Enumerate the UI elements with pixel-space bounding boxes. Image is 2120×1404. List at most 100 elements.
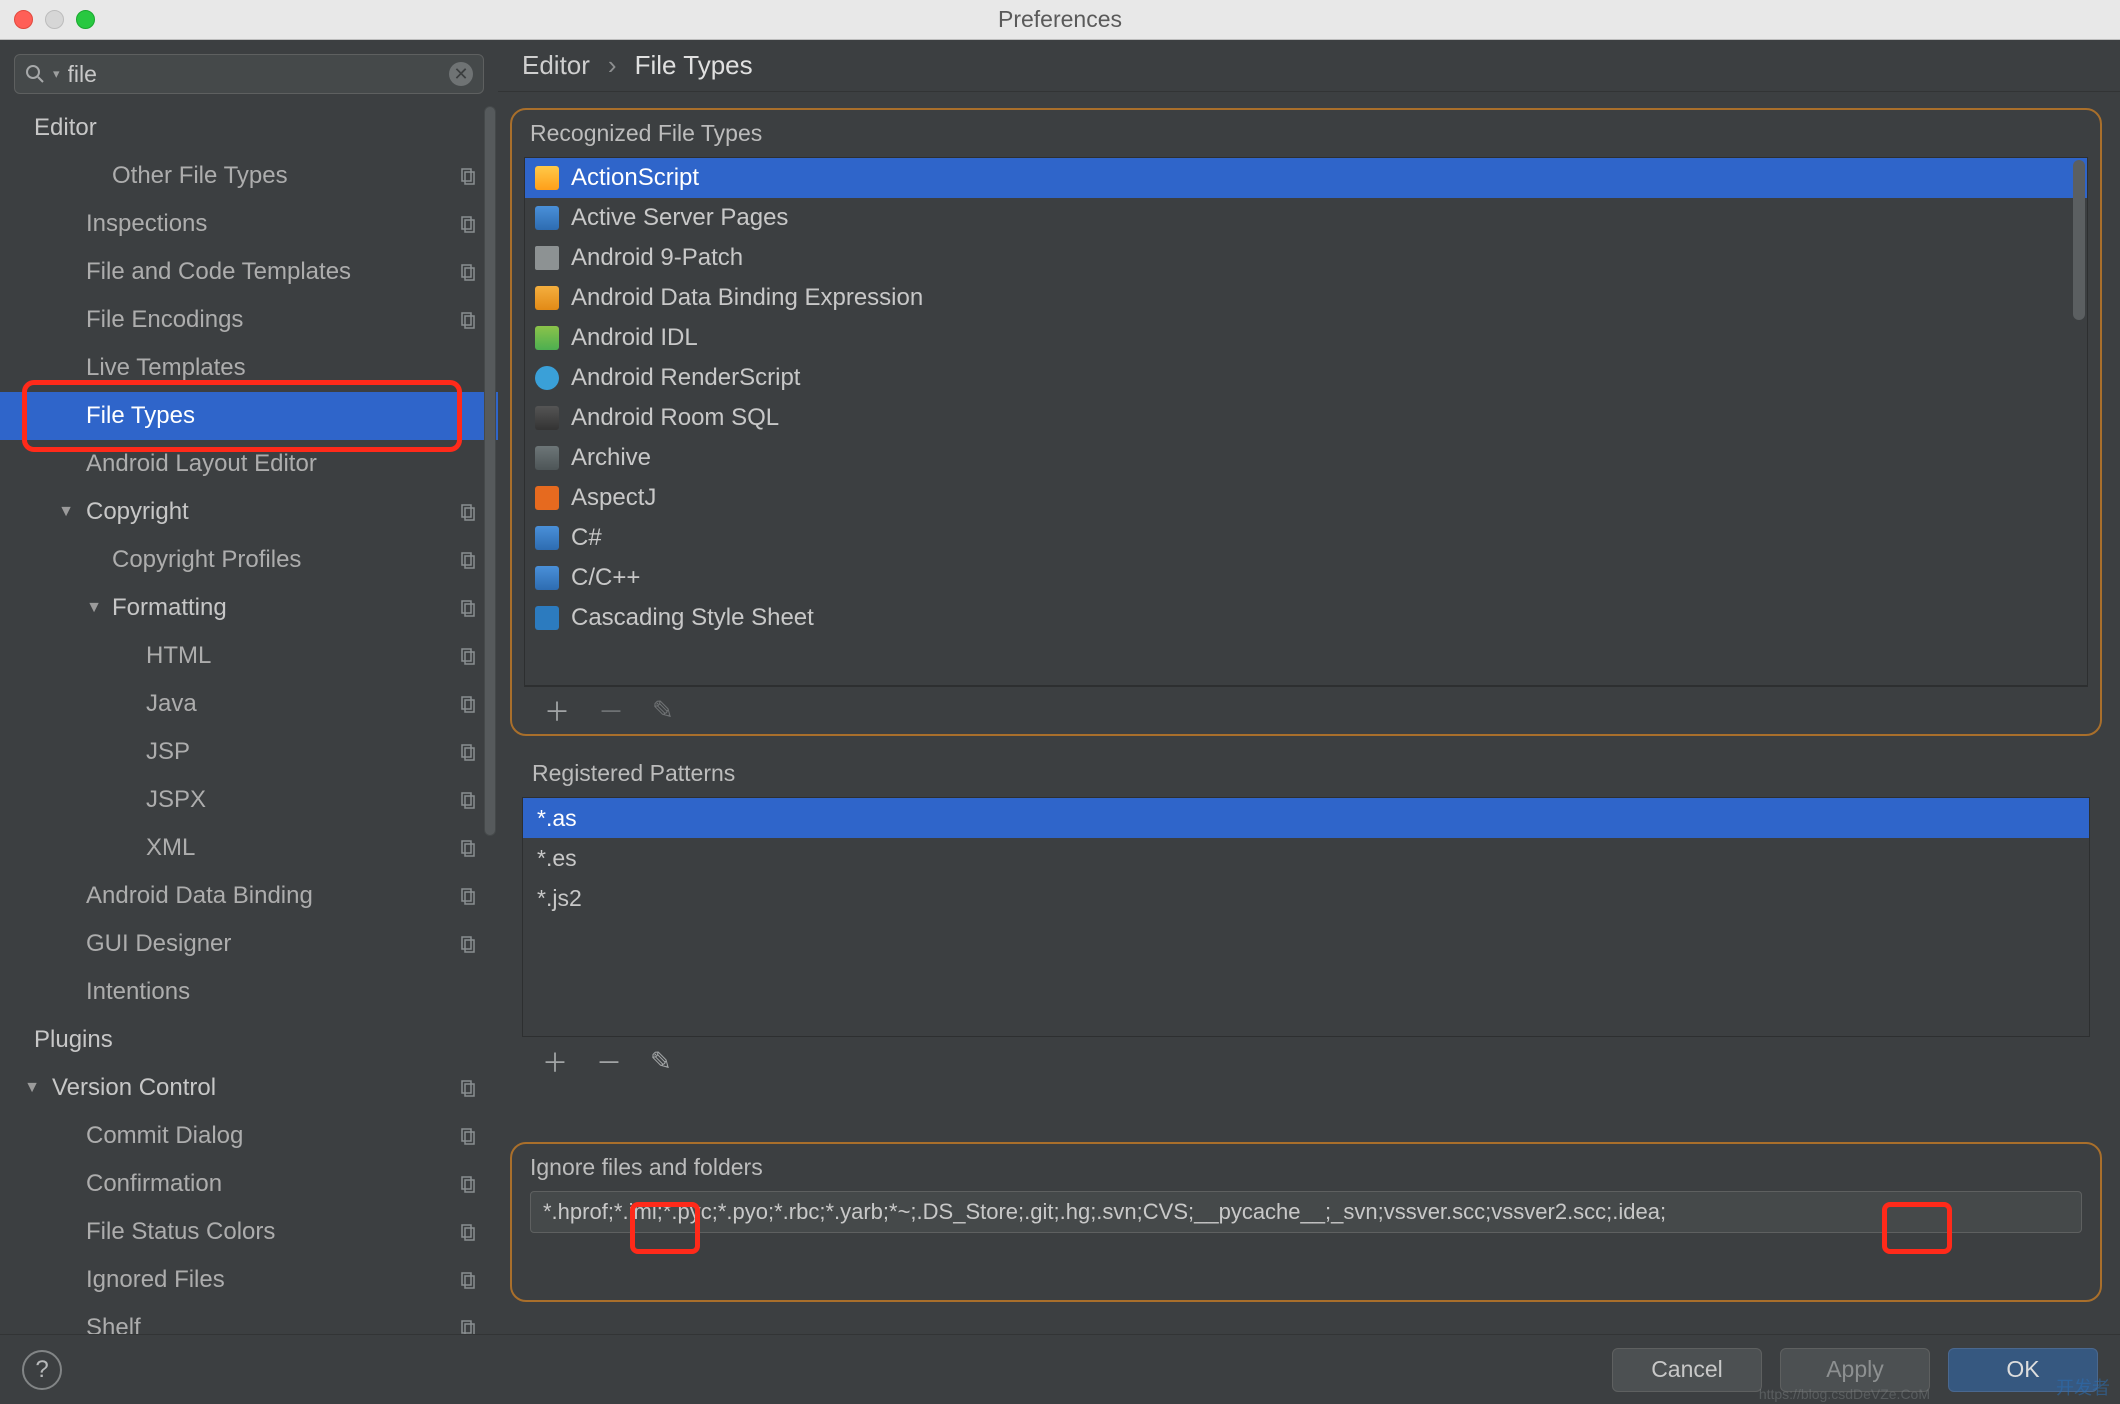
add-file-type-button[interactable]: ＋ — [544, 692, 570, 729]
remove-pattern-button[interactable]: － — [596, 1043, 622, 1080]
edit-file-type-button[interactable]: ✎ — [652, 695, 674, 726]
add-pattern-button[interactable]: ＋ — [542, 1043, 568, 1080]
file-type-icon — [535, 206, 559, 230]
expand-arrow-icon[interactable]: ▼ — [20, 1079, 44, 1097]
tree-item-commit-dialog[interactable]: Commit Dialog — [0, 1112, 498, 1160]
tree-item-android-data-binding[interactable]: Android Data Binding — [0, 872, 498, 920]
tree-item-file-encodings[interactable]: File Encodings — [0, 296, 498, 344]
page-icon — [458, 1222, 478, 1242]
ignore-files-value: *.hprof;*.iml;*.pyc;*.pyo;*.rbc;*.yarb;*… — [543, 1199, 1666, 1225]
page-icon — [458, 310, 478, 330]
tree-item-file-and-code-templates[interactable]: File and Code Templates — [0, 248, 498, 296]
breadcrumb-root[interactable]: Editor — [522, 50, 590, 81]
tree-item-java[interactable]: Java — [0, 680, 498, 728]
search-field[interactable]: ▾ ✕ — [14, 54, 484, 94]
remove-file-type-button[interactable]: － — [598, 692, 624, 729]
tree-item-gui-designer[interactable]: GUI Designer — [0, 920, 498, 968]
tree-item-intentions[interactable]: Intentions — [0, 968, 498, 1016]
pattern-label: *.es — [537, 845, 577, 872]
file-type-icon — [535, 246, 559, 270]
file-type-row[interactable]: Android Data Binding Expression — [525, 278, 2087, 318]
tree-item-copyright[interactable]: ▼Copyright — [0, 488, 498, 536]
file-type-icon — [535, 166, 559, 190]
tree-item-android-layout-editor[interactable]: Android Layout Editor — [0, 440, 498, 488]
close-window-icon[interactable] — [14, 10, 33, 29]
tree-item-copyright-profiles[interactable]: Copyright Profiles — [0, 536, 498, 584]
page-icon — [458, 886, 478, 906]
tree-item-html[interactable]: HTML — [0, 632, 498, 680]
breadcrumb-leaf: File Types — [635, 50, 753, 81]
zoom-window-icon[interactable] — [76, 10, 95, 29]
file-type-icon — [535, 606, 559, 630]
tree-item-editor[interactable]: Editor — [0, 104, 498, 152]
search-input[interactable] — [68, 61, 441, 88]
page-icon — [458, 166, 478, 186]
pattern-row[interactable]: *.js2 — [523, 878, 2089, 918]
file-type-row[interactable]: Android Room SQL — [525, 398, 2087, 438]
window-titlebar: Preferences — [0, 0, 2120, 40]
tree-item-inspections[interactable]: Inspections — [0, 200, 498, 248]
tree-item-version-control[interactable]: ▼Version Control — [0, 1064, 498, 1112]
tree-item-label: Live Templates — [86, 354, 246, 382]
tree-item-confirmation[interactable]: Confirmation — [0, 1160, 498, 1208]
page-icon — [458, 790, 478, 810]
expand-arrow-icon[interactable]: ▼ — [54, 503, 78, 521]
file-type-row[interactable]: C/C++ — [525, 558, 2087, 598]
ignore-files-input[interactable]: *.hprof;*.iml;*.pyc;*.pyo;*.rbc;*.yarb;*… — [530, 1191, 2082, 1233]
tree-item-jspx[interactable]: JSPX — [0, 776, 498, 824]
file-type-label: C/C++ — [571, 564, 640, 592]
tree-scrollbar[interactable] — [482, 104, 498, 1334]
file-type-row[interactable]: Active Server Pages — [525, 198, 2087, 238]
pattern-row[interactable]: *.es — [523, 838, 2089, 878]
file-type-row[interactable]: Android RenderScript — [525, 358, 2087, 398]
expand-arrow-icon[interactable]: ▼ — [82, 599, 106, 617]
file-type-label: Android IDL — [571, 324, 698, 352]
tree-item-jsp[interactable]: JSP — [0, 728, 498, 776]
file-type-row[interactable]: AspectJ — [525, 478, 2087, 518]
ignore-files-title: Ignore files and folders — [512, 1144, 2100, 1191]
apply-button[interactable]: Apply — [1780, 1348, 1930, 1392]
tree-item-file-types[interactable]: File Types — [0, 392, 498, 440]
tree-item-other-file-types[interactable]: Other File Types — [0, 152, 498, 200]
dialog-footer: ? Cancel Apply OK 开发者 https://blog.csdDe… — [0, 1334, 2120, 1404]
page-icon — [458, 1078, 478, 1098]
breadcrumb: Editor › File Types — [498, 40, 2120, 92]
settings-tree[interactable]: Editor Other File Types InspectionsFile an… — [0, 104, 498, 1334]
minimize-window-icon[interactable] — [45, 10, 64, 29]
edit-pattern-button[interactable]: ✎ — [650, 1046, 672, 1077]
page-icon — [458, 742, 478, 762]
tree-item-label: Shelf — [86, 1314, 141, 1334]
recognized-file-types-title: Recognized File Types — [512, 110, 2100, 157]
patterns-list[interactable]: *.as *.es *.js2 — [522, 797, 2090, 1037]
file-types-list[interactable]: ActionScriptActive Server PagesAndroid 9… — [524, 157, 2088, 686]
ok-button[interactable]: OK — [1948, 1348, 2098, 1392]
cancel-button[interactable]: Cancel — [1612, 1348, 1762, 1392]
file-type-row[interactable]: Archive — [525, 438, 2087, 478]
file-type-row[interactable]: Android 9-Patch — [525, 238, 2087, 278]
file-type-row[interactable]: Android IDL — [525, 318, 2087, 358]
search-dropdown-icon[interactable]: ▾ — [53, 66, 60, 82]
pattern-row[interactable]: *.as — [523, 798, 2089, 838]
tree-item-label: Formatting — [112, 594, 227, 622]
preferences-sidebar: ▾ ✕ EditorOther File TypesInspectionsFil… — [0, 40, 498, 1334]
tree-item-formatting[interactable]: ▼ Formatting — [0, 584, 498, 632]
help-button[interactable]: ? — [22, 1350, 62, 1390]
file-type-row[interactable]: ActionScript — [525, 158, 2087, 198]
patterns-toolbar: ＋ － ✎ — [522, 1037, 2090, 1085]
recognized-file-types-panel: Recognized File Types ActionScriptActive… — [510, 108, 2102, 736]
tree-item-plugins[interactable]: Plugins — [0, 1016, 498, 1064]
tree-item-shelf[interactable]: Shelf — [0, 1304, 498, 1334]
clear-search-icon[interactable]: ✕ — [449, 62, 473, 86]
tree-item-file-status-colors[interactable]: File Status Colors — [0, 1208, 498, 1256]
page-icon — [458, 694, 478, 714]
tree-item-live-templates[interactable]: Live Templates — [0, 344, 498, 392]
file-type-row[interactable]: C# — [525, 518, 2087, 558]
tree-item-label: Other File Types — [112, 162, 288, 190]
tree-item-xml[interactable]: XML — [0, 824, 498, 872]
file-type-icon — [535, 566, 559, 590]
file-types-scrollbar[interactable] — [2073, 160, 2085, 320]
tree-item-ignored-files[interactable]: Ignored Files — [0, 1256, 498, 1304]
page-icon — [458, 262, 478, 282]
file-type-row[interactable]: Cascading Style Sheet — [525, 598, 2087, 638]
page-icon — [458, 1126, 478, 1146]
